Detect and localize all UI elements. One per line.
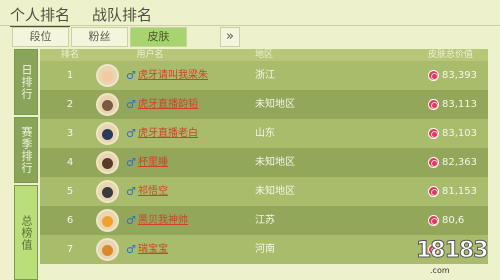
- avatar[interactable]: [96, 93, 119, 116]
- user-name-link[interactable]: 虎牙请叫我梁朱: [138, 61, 248, 90]
- user-name-link[interactable]: 黑贝我神帅: [138, 206, 248, 235]
- table-row[interactable]: 5 ♂ 祁悟空 未知地区 81,153: [40, 177, 488, 206]
- header-user: 用户名: [136, 50, 164, 60]
- avatar[interactable]: [96, 64, 119, 87]
- watermark-number: 18183: [416, 238, 490, 264]
- rank-value: 4: [66, 157, 74, 168]
- user-name-link[interactable]: 祁悟空: [138, 177, 248, 206]
- avatar[interactable]: [96, 238, 119, 261]
- table-row[interactable]: 6 ♂ 黑贝我神帅 江苏 80,6: [40, 206, 488, 235]
- region-value: 未知地区: [255, 186, 295, 197]
- score-value: 83,103: [442, 128, 477, 139]
- male-icon: ♂: [126, 185, 136, 198]
- top-tab-bar: 个人排名 战队排名: [0, 0, 500, 27]
- side-tab-season[interactable]: 赛季排行: [14, 117, 38, 183]
- score-value: 80,6: [442, 215, 465, 226]
- coin-icon: [428, 128, 439, 139]
- male-icon: ♂: [126, 98, 136, 111]
- side-tab-bar: 日排行 赛季排行 总榜值: [14, 49, 38, 280]
- table-row[interactable]: 4 ♂ 杯里睡 未知地区 82,363: [40, 148, 488, 177]
- avatar[interactable]: [96, 122, 119, 145]
- rank-value: 1: [66, 70, 74, 81]
- score-value: 81,153: [442, 186, 477, 197]
- region-value: 未知地区: [255, 157, 295, 168]
- table-row[interactable]: 2 ♂ 虎牙直播韵韬 未知地区 83,113: [40, 90, 488, 119]
- score-value: 83,113: [442, 99, 477, 110]
- tab-fans[interactable]: 粉丝: [71, 27, 128, 47]
- rank-value: 6: [66, 215, 74, 226]
- tab-tier[interactable]: 段位: [12, 27, 69, 47]
- male-icon: ♂: [126, 69, 136, 82]
- more-tabs-button[interactable]: »: [220, 27, 240, 47]
- region-value: 河南: [255, 244, 275, 255]
- header-score: 皮肤总价值: [428, 50, 474, 60]
- user-name-link[interactable]: 瑞宝宝: [138, 235, 248, 264]
- user-name-link[interactable]: 虎牙直播老白: [138, 119, 248, 148]
- site-watermark: 18183 .com: [416, 238, 496, 276]
- sub-tab-bar: 段位 粉丝 皮肤 »: [12, 27, 240, 47]
- region-value: 浙江: [255, 70, 275, 81]
- coin-icon: [428, 70, 439, 81]
- coin-icon: [428, 99, 439, 110]
- rank-value: 5: [66, 186, 74, 197]
- region-value: 山东: [255, 128, 275, 139]
- rank-value: 2: [66, 99, 74, 110]
- avatar[interactable]: [96, 209, 119, 232]
- rank-value: 3: [66, 128, 74, 139]
- table-header: 排名 用户名 地区 皮肤总价值: [40, 49, 488, 61]
- avatar[interactable]: [96, 180, 119, 203]
- divider: [0, 25, 500, 26]
- tab-personal-ranking[interactable]: 个人排名: [10, 4, 71, 27]
- side-tab-total[interactable]: 总榜值: [14, 185, 38, 280]
- watermark-domain: .com: [430, 266, 450, 275]
- male-icon: ♂: [126, 214, 136, 227]
- table-row[interactable]: 3 ♂ 虎牙直播老白 山东 83,103: [40, 119, 488, 148]
- coin-icon: [428, 157, 439, 168]
- user-name-link[interactable]: 杯里睡: [138, 148, 248, 177]
- male-icon: ♂: [126, 127, 136, 140]
- male-icon: ♂: [126, 243, 136, 256]
- avatar[interactable]: [96, 151, 119, 174]
- coin-icon: [428, 186, 439, 197]
- region-value: 未知地区: [255, 99, 295, 110]
- user-name-link[interactable]: 虎牙直播韵韬: [138, 90, 248, 119]
- header-region: 地区: [255, 50, 274, 60]
- score-value: 83,393: [442, 70, 477, 81]
- tab-skins[interactable]: 皮肤: [130, 27, 187, 47]
- tab-team-ranking[interactable]: 战队排名: [92, 4, 152, 25]
- male-icon: ♂: [126, 156, 136, 169]
- coin-icon: [428, 215, 439, 226]
- side-tab-daily[interactable]: 日排行: [14, 49, 38, 115]
- score-value: 82,363: [442, 157, 477, 168]
- rank-value: 7: [66, 244, 74, 255]
- table-row[interactable]: 1 ♂ 虎牙请叫我梁朱 浙江 83,393: [40, 61, 488, 90]
- header-rank: 排名: [60, 50, 79, 60]
- region-value: 江苏: [255, 215, 275, 226]
